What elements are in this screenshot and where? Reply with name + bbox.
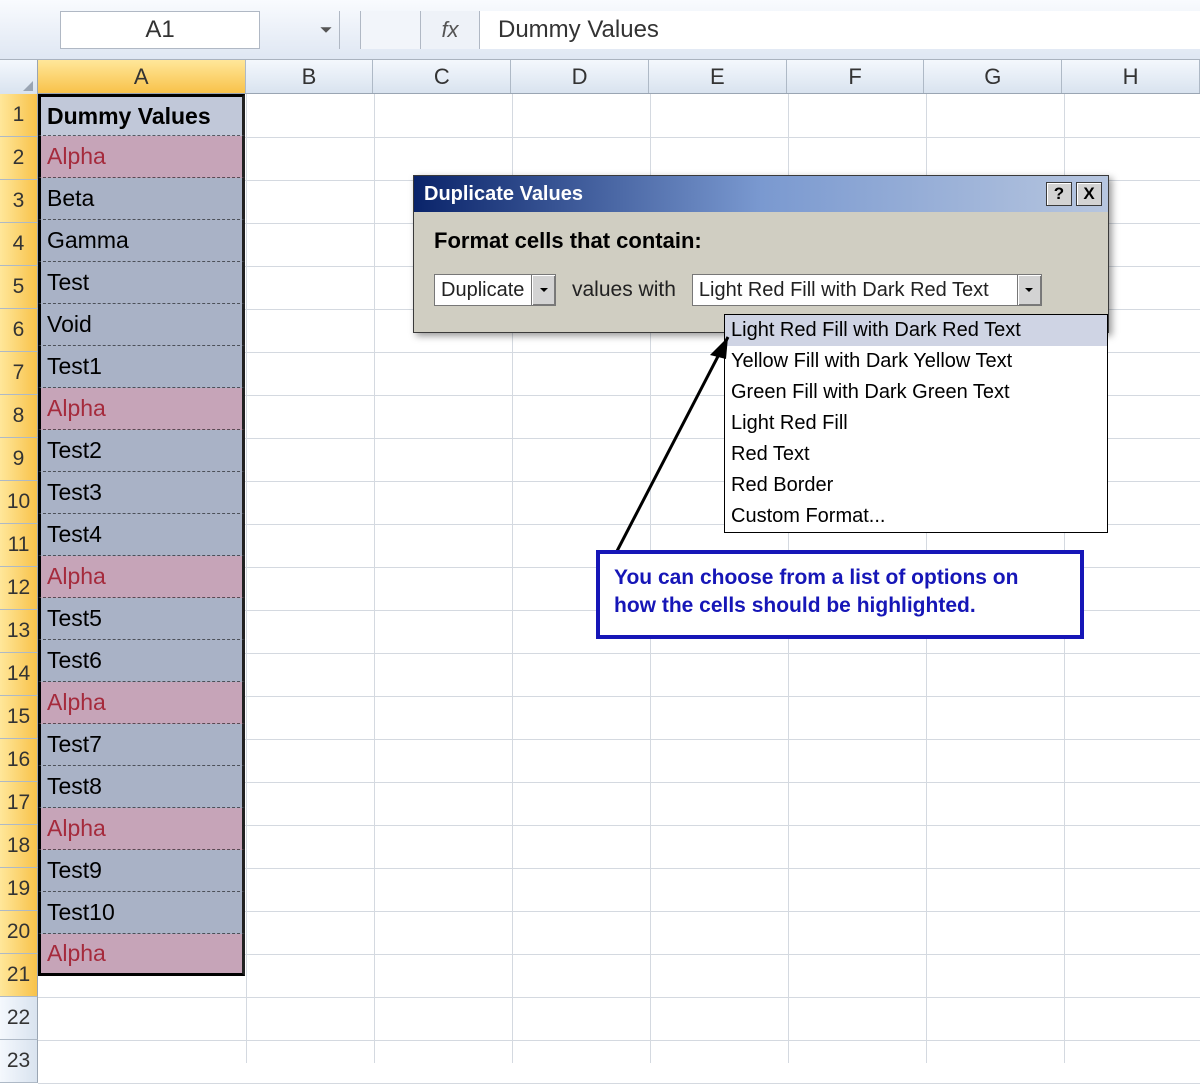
values-with-label: values with <box>572 278 676 302</box>
cell-A3[interactable]: Beta <box>38 178 245 220</box>
row-header-9[interactable]: 9 <box>0 438 38 481</box>
name-box[interactable]: A1 <box>60 11 260 49</box>
cell-A15[interactable]: Alpha <box>38 682 245 724</box>
select-all-corner[interactable] <box>0 60 38 94</box>
cell-A14[interactable]: Test6 <box>38 640 245 682</box>
dialog-controls-row: Duplicate values with Light Red Fill wit… <box>434 274 1088 306</box>
cell-A16[interactable]: Test7 <box>38 724 245 766</box>
cell-A7[interactable]: Test1 <box>38 346 245 388</box>
dialog-help-button[interactable]: ? <box>1046 182 1072 206</box>
format-option[interactable]: Red Border <box>725 470 1107 501</box>
row-headers: 1234567891011121314151617181920212223 <box>0 94 38 1083</box>
row-header-18[interactable]: 18 <box>0 825 38 868</box>
column-headers: A B C D E F G H <box>0 60 1200 94</box>
format-option[interactable]: Yellow Fill with Dark Yellow Text <box>725 346 1107 377</box>
row-header-8[interactable]: 8 <box>0 395 38 438</box>
row-header-15[interactable]: 15 <box>0 696 38 739</box>
cell-A13[interactable]: Test5 <box>38 598 245 640</box>
duplicate-unique-combo[interactable]: Duplicate <box>434 274 556 306</box>
format-option[interactable]: Custom Format... <box>725 501 1107 532</box>
row-header-5[interactable]: 5 <box>0 266 38 309</box>
dialog-titlebar[interactable]: Duplicate Values ? X <box>414 176 1108 212</box>
col-header-B[interactable]: B <box>246 60 374 93</box>
cells-column-A: Dummy ValuesAlphaBetaGammaTestVoidTest1A… <box>38 94 245 976</box>
annotation-callout: You can choose from a list of options on… <box>596 550 1084 639</box>
cell-A9[interactable]: Test2 <box>38 430 245 472</box>
fx-cancel-area <box>360 11 420 49</box>
name-box-dropdown[interactable] <box>260 11 340 49</box>
cell-A1[interactable]: Dummy Values <box>38 94 245 136</box>
combo1-text: Duplicate <box>435 277 531 304</box>
row-header-6[interactable]: 6 <box>0 309 38 352</box>
cell-A18[interactable]: Alpha <box>38 808 245 850</box>
row-header-23[interactable]: 23 <box>0 1040 38 1083</box>
cell-A4[interactable]: Gamma <box>38 220 245 262</box>
fx-label[interactable]: fx <box>420 11 480 49</box>
format-option[interactable]: Green Fill with Dark Green Text <box>725 377 1107 408</box>
format-option[interactable]: Red Text <box>725 439 1107 470</box>
col-header-C[interactable]: C <box>373 60 511 93</box>
dialog-close-button[interactable]: X <box>1076 182 1102 206</box>
row-header-12[interactable]: 12 <box>0 567 38 610</box>
col-header-D[interactable]: D <box>511 60 649 93</box>
col-header-F[interactable]: F <box>787 60 925 93</box>
worksheet: A B C D E F G H 123456789101112131415161… <box>0 60 1200 1063</box>
row-header-21[interactable]: 21 <box>0 954 38 997</box>
fx-area: fx <box>360 11 480 49</box>
col-header-E[interactable]: E <box>649 60 787 93</box>
row-header-22[interactable]: 22 <box>0 997 38 1040</box>
combo2-button[interactable] <box>1017 275 1041 305</box>
cell-A19[interactable]: Test9 <box>38 850 245 892</box>
duplicate-values-dialog: Duplicate Values ? X Format cells that c… <box>413 175 1109 333</box>
col-header-G[interactable]: G <box>924 60 1062 93</box>
combo2-text: Light Red Fill with Dark Red Text <box>693 277 1017 304</box>
cell-A12[interactable]: Alpha <box>38 556 245 598</box>
row-header-19[interactable]: 19 <box>0 868 38 911</box>
format-style-dropdown-list: Light Red Fill with Dark Red TextYellow … <box>724 314 1108 533</box>
chevron-down-icon <box>319 23 333 37</box>
formula-bar-area: A1 fx Dummy Values <box>0 0 1200 60</box>
chevron-down-icon <box>1024 285 1034 295</box>
row-header-3[interactable]: 3 <box>0 180 38 223</box>
dialog-title-text: Duplicate Values <box>424 183 583 206</box>
cell-A8[interactable]: Alpha <box>38 388 245 430</box>
dialog-body-label: Format cells that contain: <box>434 228 1088 254</box>
formula-bar[interactable]: Dummy Values <box>480 11 1200 49</box>
col-header-A[interactable]: A <box>38 60 246 93</box>
cell-A10[interactable]: Test3 <box>38 472 245 514</box>
row-header-10[interactable]: 10 <box>0 481 38 524</box>
chevron-down-icon <box>539 285 549 295</box>
format-style-combo[interactable]: Light Red Fill with Dark Red Text <box>692 274 1042 306</box>
cell-A17[interactable]: Test8 <box>38 766 245 808</box>
row-header-20[interactable]: 20 <box>0 911 38 954</box>
format-option[interactable]: Light Red Fill with Dark Red Text <box>725 315 1107 346</box>
row-header-17[interactable]: 17 <box>0 782 38 825</box>
cell-A5[interactable]: Test <box>38 262 245 304</box>
cell-A2[interactable]: Alpha <box>38 136 245 178</box>
row-header-7[interactable]: 7 <box>0 352 38 395</box>
cell-A11[interactable]: Test4 <box>38 514 245 556</box>
row-header-13[interactable]: 13 <box>0 610 38 653</box>
cell-A21[interactable]: Alpha <box>38 934 245 976</box>
cell-A20[interactable]: Test10 <box>38 892 245 934</box>
combo1-button[interactable] <box>531 275 555 305</box>
col-header-H[interactable]: H <box>1062 60 1200 93</box>
row-header-11[interactable]: 11 <box>0 524 38 567</box>
row-header-14[interactable]: 14 <box>0 653 38 696</box>
row-header-1[interactable]: 1 <box>0 94 38 137</box>
cell-A6[interactable]: Void <box>38 304 245 346</box>
format-option[interactable]: Light Red Fill <box>725 408 1107 439</box>
row-header-2[interactable]: 2 <box>0 137 38 180</box>
row-header-4[interactable]: 4 <box>0 223 38 266</box>
row-header-16[interactable]: 16 <box>0 739 38 782</box>
